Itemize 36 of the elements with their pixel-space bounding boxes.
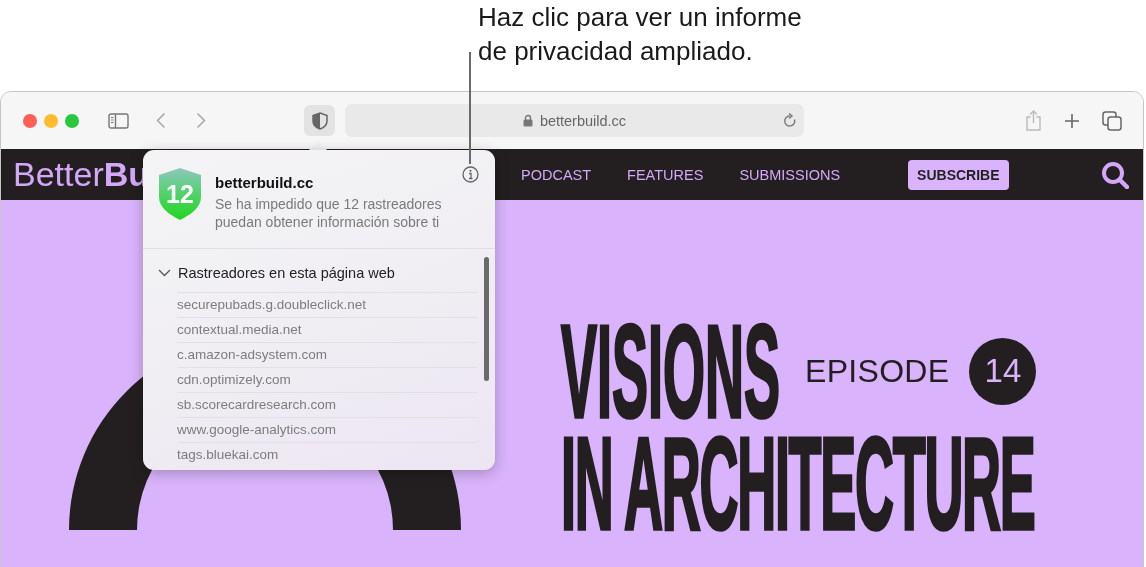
lock-icon	[522, 114, 533, 127]
site-name: betterbuild.cc	[215, 174, 315, 191]
back-icon[interactable]	[156, 112, 166, 129]
hero-title: IN ARCHITECTURE	[561, 433, 1035, 531]
tracker-domain: contextual.media.net	[177, 317, 478, 342]
scrollbar-thumb[interactable]	[484, 257, 489, 381]
privacy-report-button[interactable]	[304, 105, 335, 136]
forward-icon[interactable]	[196, 112, 206, 129]
tracker-domain: sb.scorecardresearch.com	[177, 392, 478, 417]
tracker-domain: c.amazon-adsystem.com	[177, 342, 478, 367]
nav-link[interactable]: SUBMISSIONS	[739, 166, 841, 183]
hero-title: VISIONS	[561, 321, 781, 419]
reload-icon[interactable]	[783, 113, 797, 128]
tracker-domain: www.google-analytics.com	[177, 417, 478, 442]
tracker-summary: Se ha impedido que 12 rastreadores puedan obtener información sobre ti	[215, 195, 443, 231]
tabs-overview-icon[interactable]	[1102, 110, 1122, 131]
nav-link[interactable]: PODCAST	[521, 166, 592, 183]
close-button[interactable]	[23, 113, 37, 128]
address-field[interactable]: betterbuild.cc	[345, 104, 804, 137]
subscribe-button[interactable]: SUBSCRIBE	[908, 159, 1009, 190]
search-icon[interactable]	[1101, 160, 1129, 189]
tracker-count-badge: 12	[158, 167, 202, 221]
new-tab-icon[interactable]	[1064, 112, 1080, 129]
sidebar-icon[interactable]	[108, 112, 129, 129]
chevron-icon	[158, 269, 171, 277]
tracker-domain: tags.bluekai.com	[177, 442, 478, 467]
trackers-section-toggle[interactable]: Rastreadores en esta página web	[143, 263, 495, 283]
zoom-button[interactable]	[65, 113, 79, 128]
nav-link[interactable]: FEATURES	[627, 166, 704, 183]
callout-text: Haz clic para ver un informe de privacidad ampliado.	[478, 1, 803, 68]
tracker-domain: securepubads.g.doubleclick.net	[177, 292, 478, 317]
tracker-domain: cdn.optimizely.com	[177, 367, 478, 392]
episode-label: EPISODE	[805, 352, 950, 390]
shield-icon	[311, 111, 328, 130]
episode-number-badge: 14	[969, 337, 1037, 405]
info-icon[interactable]	[462, 166, 479, 183]
